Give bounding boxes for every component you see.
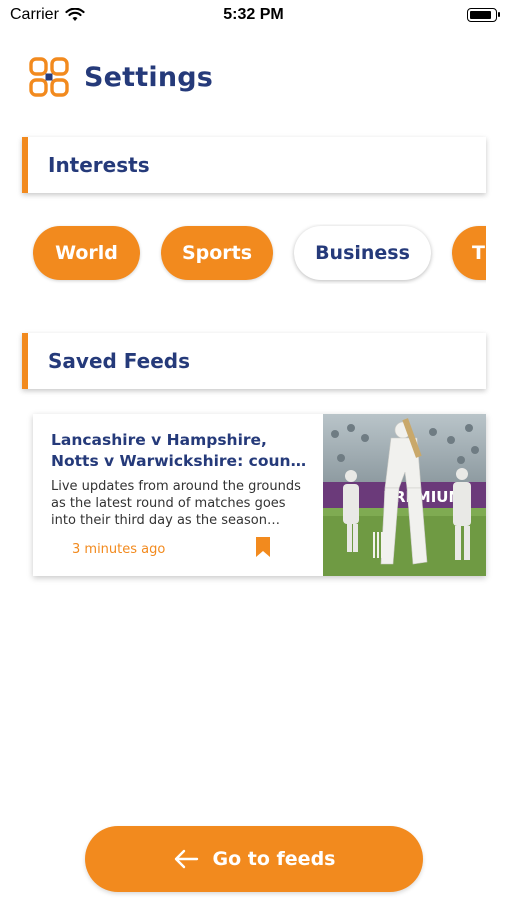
feed-image: PREMIUM: [323, 414, 486, 576]
battery-icon: [467, 8, 500, 22]
interest-chips[interactable]: World Sports Business T: [22, 224, 486, 284]
saved-feeds-title: Saved Feeds: [48, 349, 190, 373]
chip-sports[interactable]: Sports: [161, 226, 273, 280]
header: Settings: [28, 55, 213, 99]
status-time: 5:32 PM: [223, 6, 284, 23]
feed-title[interactable]: Lancashire v Hampshire, Notts v Warwicks…: [51, 430, 309, 472]
feed-time: 3 minutes ago: [72, 542, 166, 557]
chip-label: Sports: [181, 242, 253, 264]
chip-partial[interactable]: T: [452, 226, 486, 280]
interests-section-header: Interests: [22, 137, 486, 193]
go-to-feeds-button[interactable]: Go to feeds: [85, 826, 423, 892]
arrow-left-icon: [174, 849, 198, 869]
feed-card[interactable]: Lancashire v Hampshire, Notts v Warwicks…: [33, 414, 486, 576]
saved-feeds-section-header: Saved Feeds: [22, 333, 486, 389]
status-bar: Carrier 5:32 PM: [0, 0, 507, 32]
chip-label: T: [472, 242, 485, 264]
go-to-feeds-label: Go to feeds: [212, 848, 336, 870]
battery-level: [470, 11, 491, 19]
chip-label: World: [55, 242, 118, 264]
chip-world[interactable]: World: [33, 226, 140, 280]
feed-text: Lancashire v Hampshire, Notts v Warwicks…: [51, 430, 309, 529]
chip-label: Business: [315, 242, 410, 264]
chip-business[interactable]: Business: [294, 226, 431, 280]
page-title: Settings: [84, 61, 214, 93]
interests-title: Interests: [48, 153, 150, 177]
feed-description: Live updates from around the grounds as …: [51, 479, 301, 528]
bookmark-icon[interactable]: [255, 536, 271, 558]
grid-logo-icon: [29, 57, 69, 97]
